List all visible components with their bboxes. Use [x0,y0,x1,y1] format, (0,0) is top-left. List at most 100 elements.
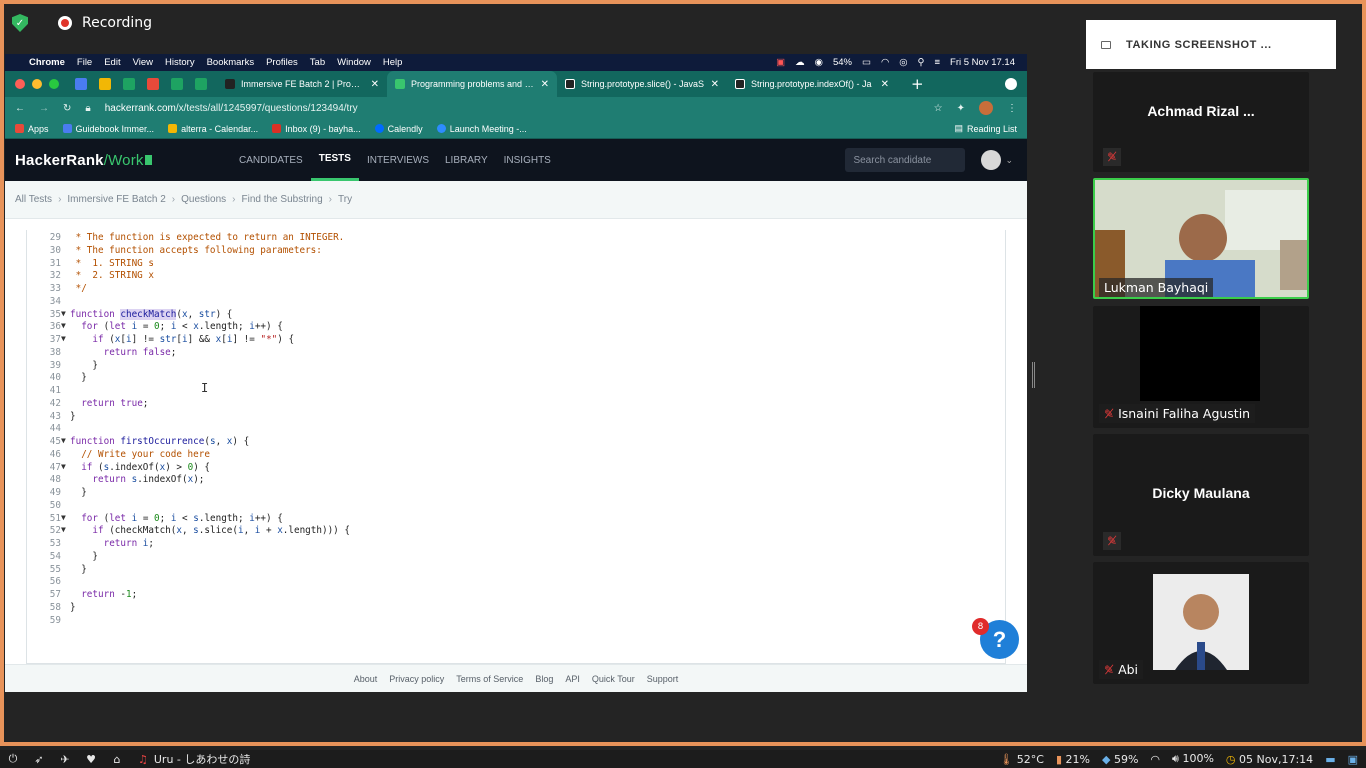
nav-interviews[interactable]: INTERVIEWS [359,139,437,181]
footer-blog[interactable]: Blog [535,674,553,684]
chat-icon[interactable]: ▬ [1325,753,1335,766]
menu-file[interactable]: File [77,57,92,68]
close-icon[interactable]: ✕ [881,79,889,90]
url-path: /x/tests/all/1245997/questions/123494/tr… [175,102,358,114]
close-icon[interactable]: ✕ [541,79,549,90]
menu-edit[interactable]: Edit [104,57,120,68]
tab-programming-problems[interactable]: Programming problems and Co ✕ [387,71,557,97]
spotlight-icon[interactable]: ⚲ [918,57,925,68]
menu-window[interactable]: Window [337,57,371,68]
extensions-icon[interactable]: ✦ [957,103,965,114]
bookmark-inbox[interactable]: Inbox (9) - bayha... [272,124,361,134]
tab-immersive[interactable]: Immersive FE Batch 2 | Program ✕ [217,71,387,97]
bookmark-guidebook[interactable]: Guidebook Immer... [62,124,154,134]
profile-avatar[interactable] [979,101,993,115]
nav-insights[interactable]: INSIGHTS [496,139,559,181]
nav-candidates[interactable]: CANDIDATES [231,139,311,181]
play-icon[interactable]: ◉ [815,57,823,68]
docs-icon[interactable] [75,78,87,90]
bookmark-star-icon[interactable]: ☆ [934,103,943,114]
bank-icon[interactable]: ⌂ [104,753,130,766]
new-tab-icon[interactable]: + [911,75,924,93]
battery-icon[interactable]: ▭ [862,57,871,68]
calendar-icon[interactable]: ▣ [776,57,785,68]
fold-toggle-icon[interactable]: ▼ [61,513,66,522]
tab-string-indexof[interactable]: String.prototype.indexOf() - Ja ✕ [727,71,897,97]
menu-chrome[interactable]: Chrome [29,57,65,68]
tab-string-slice[interactable]: String.prototype.slice() - JavaS ✕ [557,71,727,97]
search-candidate-input[interactable]: Search candidate [845,148,966,172]
heart-icon[interactable]: ♥ [78,753,104,766]
footer-api[interactable]: API [565,674,580,684]
fold-toggle-icon[interactable]: ▼ [61,462,66,471]
sheets-icon-2[interactable] [171,78,183,90]
footer-privacy[interactable]: Privacy policy [389,674,444,684]
telegram-icon[interactable]: ✈ [52,753,78,766]
sheets-icon[interactable] [123,78,135,90]
zoom-window-icon[interactable] [49,79,59,89]
footer-terms[interactable]: Terms of Service [456,674,523,684]
fold-toggle-icon[interactable]: ▼ [61,309,66,318]
minimize-window-icon[interactable] [32,79,42,89]
participant-video[interactable]: Lukman Bayhaqi [1093,178,1309,299]
breadcrumb-batch[interactable]: Immersive FE Batch 2 [67,194,165,205]
fold-toggle-icon[interactable]: ▼ [61,321,66,330]
nav-library[interactable]: LIBRARY [437,139,496,181]
now-playing[interactable]: ♫ Uru - しあわせの詩 [138,751,250,767]
clock-indicator[interactable]: ◷ 05 Nov,17:14 [1226,753,1313,766]
participant-tile[interactable]: ✎̸ Isnaini Faliha Agustin [1093,306,1309,428]
record-icon[interactable] [58,16,72,30]
reading-list-button[interactable]: ▤ Reading List [954,123,1017,134]
wifi-icon[interactable]: ◠ [1150,753,1160,766]
menu-tab[interactable]: Tab [310,57,325,68]
bookmark-apps[interactable]: Apps [15,124,49,134]
menu-help[interactable]: Help [383,57,403,68]
line-number: 50 [49,499,61,511]
menu-bookmarks[interactable]: Bookmarks [207,57,255,68]
avatar[interactable] [981,150,1002,170]
close-window-icon[interactable] [15,79,25,89]
bookmark-calendar[interactable]: alterra - Calendar... [168,124,258,134]
breadcrumb-all-tests[interactable]: All Tests [15,194,52,205]
tab-search-icon[interactable] [1005,78,1017,90]
wifi-icon[interactable]: ◠ [881,57,889,68]
chevron-down-icon[interactable]: ⌄ [1005,155,1013,166]
power-icon[interactable]: ⏻ [0,752,26,766]
fold-toggle-icon[interactable]: ▼ [61,436,66,445]
forward-icon[interactable]: → [39,103,49,114]
notification-icon[interactable]: ▣ [1348,753,1358,766]
participant-tile[interactable]: Dicky Maulana ✎̸ [1093,434,1309,556]
back-icon[interactable]: ← [15,103,25,114]
drive-icon[interactable] [99,78,111,90]
reload-icon[interactable]: ↻ [63,103,71,114]
footer-about[interactable]: About [354,674,378,684]
close-icon[interactable]: ✕ [371,79,379,90]
user-icon[interactable]: ◎ [899,57,907,68]
control-center-icon[interactable]: ≡ [935,57,941,68]
url-field[interactable]: hackerrank.com/x/tests/all/1245997/quest… [105,103,920,114]
bookmark-launch-meeting[interactable]: Launch Meeting -... [436,124,527,134]
fold-toggle-icon[interactable]: ▼ [61,334,66,343]
close-icon[interactable]: ✕ [711,79,719,90]
sheets-icon-3[interactable] [195,78,207,90]
bookmark-calendly[interactable]: Calendly [374,124,423,134]
breadcrumb-questions[interactable]: Questions [181,194,226,205]
menu-kebab-icon[interactable]: ⋮ [1007,103,1017,114]
footer-quick-tour[interactable]: Quick Tour [592,674,635,684]
breadcrumb-question[interactable]: Find the Substring [241,194,322,205]
hackerrank-logo[interactable]: HackerRank/Work [5,152,231,169]
menu-profiles[interactable]: Profiles [266,57,298,68]
fold-toggle-icon[interactable]: ▼ [61,525,66,534]
participant-tile[interactable]: Achmad Rizal ... ✎̸ [1093,72,1309,172]
footer-support[interactable]: Support [647,674,679,684]
volume-indicator[interactable]: 🔊︎ 100% [1172,752,1214,766]
gmail-icon[interactable] [147,78,159,90]
panel-resize-handle[interactable] [1032,362,1035,388]
menu-view[interactable]: View [133,57,153,68]
participant-tile[interactable]: ✎̸ Abi [1093,562,1309,684]
launcher-icon[interactable]: ➶ [26,753,52,766]
cloud-icon[interactable]: ☁ [795,57,805,68]
code-editor[interactable]: 29 * The function is expected to return … [26,230,1006,663]
nav-tests[interactable]: TESTS [310,139,359,181]
menu-history[interactable]: History [165,57,195,68]
